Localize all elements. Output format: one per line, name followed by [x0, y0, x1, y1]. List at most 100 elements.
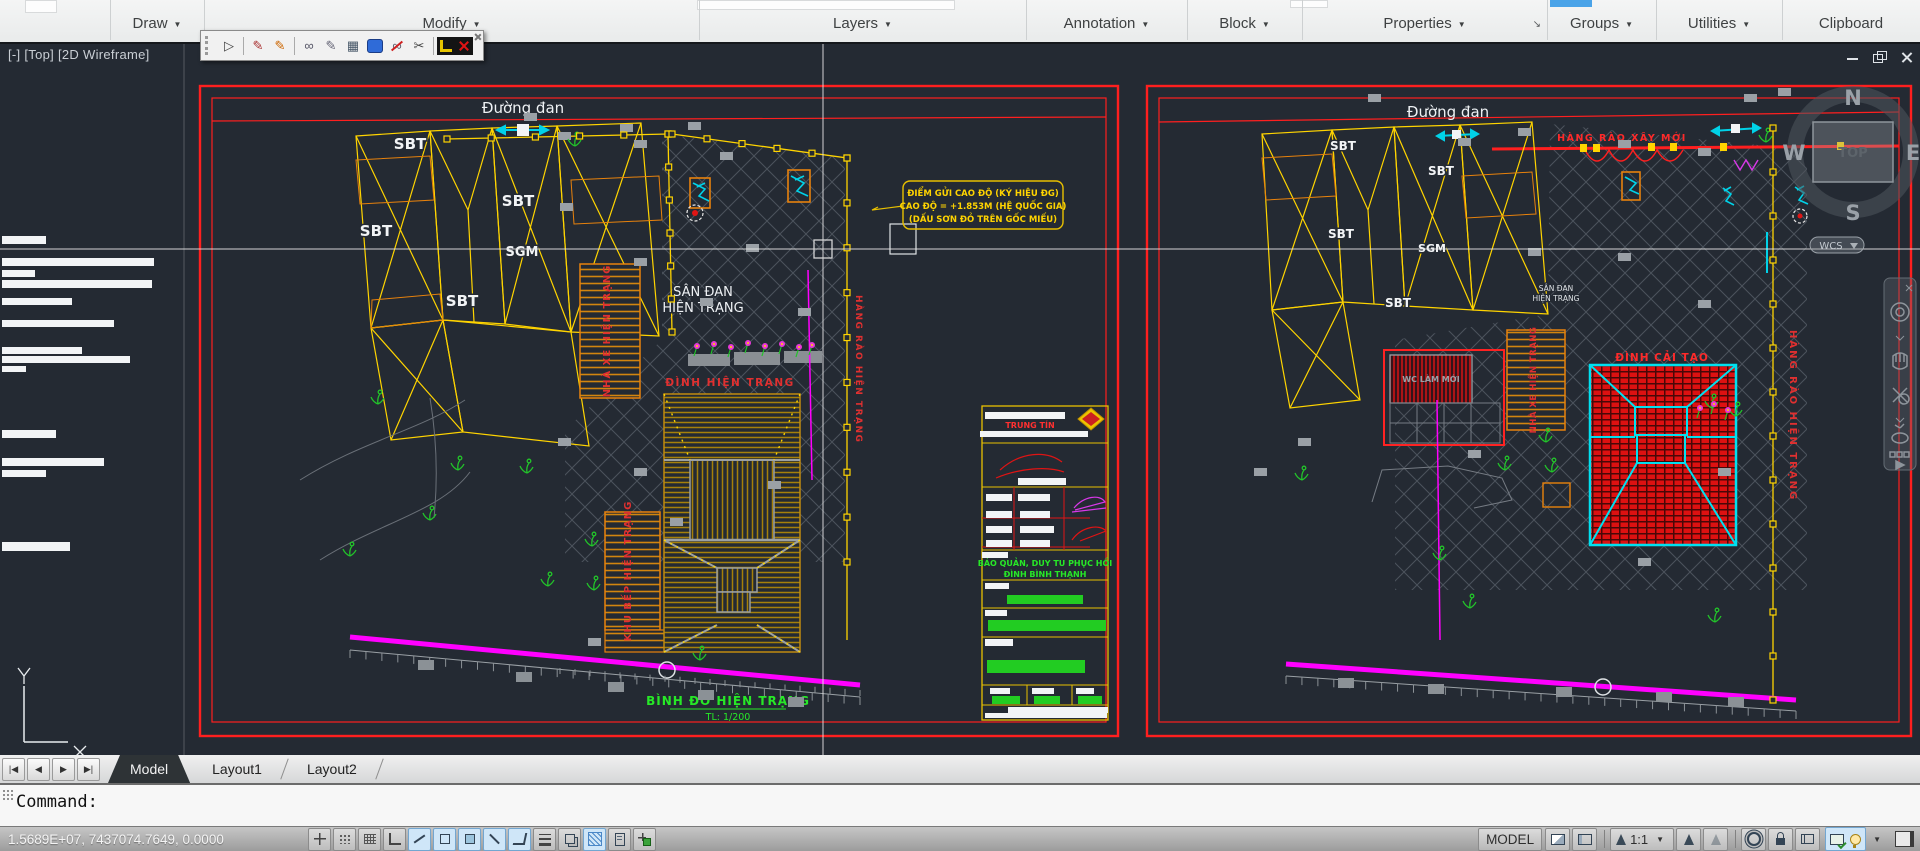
link-edit-icon[interactable]: ✎: [320, 35, 342, 57]
scale-value: 1:1: [1630, 832, 1648, 847]
ribbon-panel-properties[interactable]: Properties▼↘: [1302, 0, 1548, 40]
svg-text:TL: 1/200: TL: 1/200: [705, 712, 751, 723]
titleblock-green-bar: [1007, 595, 1083, 604]
restore-button[interactable]: [1872, 50, 1888, 64]
svg-text:WCS: WCS: [1819, 241, 1842, 252]
toolbar-close-icon[interactable]: [473, 32, 482, 41]
ribbon-panel-annotation[interactable]: Annotation▼: [1026, 0, 1188, 40]
viewcube-west: W: [1782, 141, 1805, 165]
wcs-selector[interactable]: WCS: [1810, 237, 1864, 253]
object-snap-3d-toggle[interactable]: [458, 828, 481, 851]
panel-label: Layers: [833, 9, 878, 32]
ortho-toggle[interactable]: [383, 828, 406, 851]
workspace-switching-button[interactable]: [1741, 828, 1766, 851]
ribbon-panel-layers[interactable]: Layers▼: [699, 0, 1027, 40]
separator: [1604, 830, 1605, 848]
last-tab-button[interactable]: ▶|: [77, 758, 100, 781]
grid-display-toggle[interactable]: [333, 828, 356, 851]
ribbon-panel-block[interactable]: Block▼: [1187, 0, 1303, 40]
first-tab-button[interactable]: |◀: [2, 758, 25, 781]
svg-text:SBT: SBT: [1428, 164, 1455, 178]
tab-layout2[interactable]: Layout2: [285, 755, 379, 783]
lightbulb-icon[interactable]: [1850, 834, 1861, 845]
chevron-down-icon: ▼: [1625, 12, 1633, 29]
hardware-acceleration-button[interactable]: [1795, 828, 1820, 851]
next-tab-button[interactable]: ▶: [52, 758, 75, 781]
drawing-canvas[interactable]: Đường đan SBT SBT SBT SGM SBT: [0, 0, 1920, 850]
monitor-check-icon[interactable]: [1830, 834, 1844, 845]
floating-toolbar[interactable]: ▷ ✎ ✎ ∞ ✎ ▦ ∞ ✂: [200, 30, 484, 61]
grid-toggle[interactable]: [358, 828, 381, 851]
viewport-controls[interactable]: [-] [Top] [2D Wireframe]: [8, 47, 150, 62]
svg-text:SÂN ĐAN: SÂN ĐAN: [673, 284, 733, 300]
auto-scale-button[interactable]: [1703, 828, 1728, 851]
svg-text:NHÀ XE HIỆN TRẠNG: NHÀ XE HIỆN TRẠNG: [600, 265, 613, 398]
annotation-visibility-button[interactable]: [1676, 828, 1701, 851]
svg-text:SÂN ĐAN: SÂN ĐAN: [1539, 284, 1573, 293]
coordinates-readout: 1.5689E+07, 7437074.7649, 0.0000: [8, 832, 308, 847]
isolate-objects-group[interactable]: [1825, 827, 1866, 851]
titleblock-green-bar: [988, 620, 1106, 631]
navigation-bar[interactable]: [1884, 278, 1916, 470]
titleblock-text-bar: [1032, 688, 1054, 694]
ribbon-panel-utilities[interactable]: Utilities▼: [1656, 0, 1783, 40]
command-prompt[interactable]: Command:: [16, 792, 98, 812]
lineweight-toggle[interactable]: [533, 828, 556, 851]
svg-text:SGM: SGM: [506, 245, 539, 260]
titleblock-text-bar: [1018, 494, 1050, 501]
toolbar-lock-button[interactable]: [1768, 828, 1793, 851]
polar-tracking-toggle[interactable]: [408, 828, 431, 851]
command-line[interactable]: Command:: [0, 785, 1920, 827]
fence-label: HÀNG RÀO HIỆN TRẠNG: [1787, 330, 1800, 501]
tab-layout1[interactable]: Layout1: [190, 755, 284, 783]
svg-text:SBT: SBT: [446, 292, 479, 310]
snap-toggle[interactable]: [308, 828, 331, 851]
ribbon-panel-clipboard[interactable]: Clipboard: [1782, 0, 1920, 40]
model-space-button[interactable]: MODEL: [1478, 828, 1542, 851]
road-label: Đường đan: [1407, 103, 1489, 121]
svg-text:ĐÌNH CẢI TẠO: ĐÌNH CẢI TẠO: [1615, 350, 1709, 364]
close-button[interactable]: [1899, 50, 1915, 64]
status-bar: 1.5689E+07, 7437074.7649, 0.0000 MODEL 1…: [0, 826, 1920, 851]
calculator-icon[interactable]: ▦: [342, 35, 364, 57]
minimize-button[interactable]: [1845, 50, 1861, 64]
scissors-icon[interactable]: ✂: [408, 35, 430, 57]
object-snap-toggle[interactable]: [433, 828, 456, 851]
command-grip[interactable]: [2, 789, 14, 802]
clean-screen-button[interactable]: [1895, 831, 1914, 847]
link-icon[interactable]: ∞: [298, 35, 320, 57]
dynamic-input-toggle[interactable]: [508, 828, 531, 851]
ribbon-panel-draw[interactable]: Draw▼: [110, 0, 205, 40]
express-tool-icon[interactable]: [437, 37, 455, 55]
blue-shape-icon[interactable]: [364, 35, 386, 57]
viewcube-top-face: TOP: [1838, 146, 1867, 161]
edit-erase-icon[interactable]: ✎: [247, 35, 269, 57]
annotation-monitor-toggle[interactable]: [608, 828, 631, 851]
toolbar-grip[interactable]: [205, 36, 213, 55]
viewcube-north: N: [1844, 86, 1862, 110]
titleblock-text-bar: [986, 494, 1012, 501]
chip-icon: [1801, 834, 1814, 844]
titleblock-text-bar: [1020, 526, 1054, 533]
quick-properties-toggle[interactable]: [633, 828, 656, 851]
tab-model[interactable]: Model: [108, 755, 190, 783]
selection-cycling-toggle[interactable]: [583, 828, 606, 851]
svg-text:ĐÌNH BÌNH THẠNH: ĐÌNH BÌNH THẠNH: [1004, 568, 1087, 579]
dialog-launcher-icon[interactable]: ↘: [1533, 19, 1541, 30]
survey-target-dot: [1798, 214, 1803, 219]
edit-pencil-icon[interactable]: ✎: [269, 35, 291, 57]
quick-view-layouts-button[interactable]: [1545, 828, 1570, 851]
transparency-toggle[interactable]: [558, 828, 581, 851]
quick-view-drawings-button[interactable]: [1572, 828, 1597, 851]
chevron-down-icon[interactable]: ▼: [1873, 835, 1881, 844]
annotation-scale-button[interactable]: 1:1 ▼: [1610, 828, 1674, 851]
run-macro-icon[interactable]: ▷: [218, 35, 240, 57]
svg-text:NHÀ XE HIỆN TRẠNG: NHÀ XE HIỆN TRẠNG: [1527, 327, 1539, 434]
delete-block-icon[interactable]: [455, 37, 473, 55]
ribbon-panel-groups[interactable]: Groups▼: [1547, 0, 1657, 40]
break-link-icon[interactable]: ∞: [386, 35, 408, 57]
object-snap-tracking-toggle[interactable]: [483, 828, 506, 851]
titleblock-text-bar: [982, 552, 1008, 558]
prev-tab-button[interactable]: ◀: [27, 758, 50, 781]
garage-building: NHÀ XE HIỆN TRẠNG: [1507, 327, 1565, 434]
